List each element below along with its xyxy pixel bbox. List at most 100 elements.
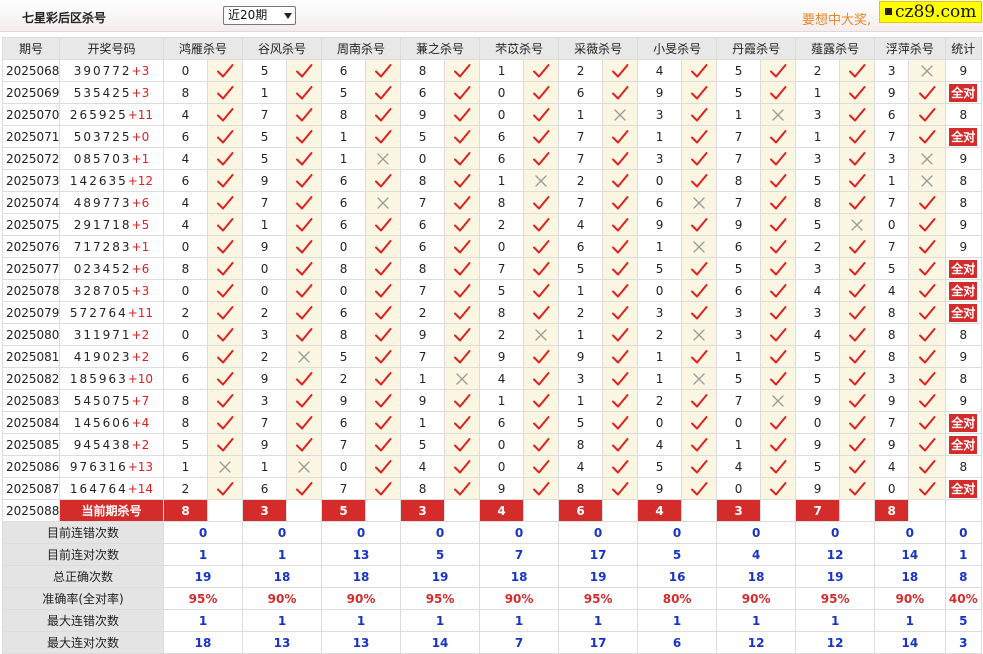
kill-number: 1 [479, 389, 525, 412]
header-expert-6: 采薇杀号 [558, 37, 639, 60]
stats-value: 5 [400, 543, 481, 566]
draw-plus: +7 [131, 393, 150, 408]
kill-number: 3 [558, 367, 604, 390]
cross-icon [525, 174, 558, 188]
kill-result [523, 103, 560, 126]
stats-label: 总正确次数 [2, 565, 164, 588]
kill-result [760, 477, 797, 500]
correct-count: 8 [959, 371, 968, 386]
kill-result [365, 213, 402, 236]
correct-count: 9 [959, 217, 968, 232]
kill-result [206, 213, 244, 236]
kill-number: 9 [400, 323, 446, 346]
correct-count: 8 [959, 459, 968, 474]
kill-result [286, 367, 323, 390]
stats-value: 13 [321, 543, 402, 566]
kill-number: 9 [874, 389, 910, 412]
stats-value: 0 [400, 521, 481, 544]
draw-numbers: 489773 [73, 195, 132, 210]
kill-result [206, 125, 244, 148]
kill-number: 2 [558, 169, 604, 192]
check-icon [762, 305, 795, 321]
kill-result [365, 433, 402, 456]
stats-row: 总正确次数 19 18 18 19 18 19 16 18 19 18 8 [2, 565, 983, 588]
kill-result [523, 81, 560, 104]
kill-result [206, 59, 244, 82]
kill-result [365, 59, 402, 82]
kill-number: 6 [400, 213, 446, 236]
stats-value: 12 [795, 543, 876, 566]
stats-label: 最大连对次数 [2, 631, 164, 654]
kill-number: 1 [795, 81, 841, 104]
draw-plus: +11 [127, 305, 154, 320]
kill-result [760, 103, 797, 126]
kill-number: 2 [321, 367, 367, 390]
check-icon [762, 63, 795, 79]
check-icon [604, 151, 637, 167]
kill-result [681, 323, 718, 346]
check-icon [683, 129, 716, 145]
kill-number: 4 [795, 323, 841, 346]
kill-result [444, 59, 481, 82]
check-icon [910, 85, 944, 101]
kill-result [206, 279, 244, 302]
check-icon [288, 283, 321, 299]
stat-cell: 全对 [944, 301, 983, 324]
kill-result [602, 433, 639, 456]
stat-cell: 8 [944, 103, 983, 126]
stats-value: 0 [162, 521, 244, 544]
kill-result [206, 191, 244, 214]
kill-result [365, 455, 402, 478]
kill-number: 7 [400, 345, 446, 368]
check-icon [841, 283, 874, 299]
period-select[interactable]: 近20期 [223, 6, 296, 25]
draw-plus: +14 [127, 481, 154, 496]
kill-result [681, 103, 718, 126]
period-cell: 2025080 [2, 323, 60, 346]
stats-value: 0 [242, 521, 323, 544]
table-row: 2025082 185963+10 6 9 2 1 4 3 1 5 5 3 8 [2, 367, 983, 390]
check-icon [762, 371, 795, 387]
kill-result [839, 169, 876, 192]
check-icon [367, 283, 400, 299]
kill-number: 3 [795, 103, 841, 126]
all-correct-badge: 全对 [949, 83, 978, 102]
check-icon [209, 371, 242, 387]
kill-number: 0 [479, 235, 525, 258]
kill-number: 4 [163, 103, 208, 126]
check-icon [604, 393, 637, 409]
kill-result [602, 81, 639, 104]
kill-result [908, 103, 946, 126]
kill-result [444, 389, 481, 412]
promo-link[interactable]: 要想中大奖, [802, 9, 871, 28]
kill-result [839, 301, 876, 324]
kill-number: 8 [163, 389, 208, 412]
check-icon [525, 107, 558, 123]
check-icon [841, 415, 874, 431]
kill-result [760, 301, 797, 324]
draw-numbers: 945438 [73, 437, 132, 452]
draw-numbers-cell: 976316+13 [59, 455, 164, 478]
kill-result [365, 147, 402, 170]
draw-plus: +6 [131, 261, 150, 276]
stat-cell: 9 [944, 59, 983, 82]
stats-value: 7 [479, 631, 560, 654]
correct-count: 9 [959, 151, 968, 166]
draw-numbers: 085703 [73, 151, 132, 166]
brand-logo[interactable]: cz89.com [879, 1, 982, 23]
check-icon [604, 349, 637, 365]
kill-result [760, 257, 797, 280]
check-icon [367, 85, 400, 101]
check-icon [525, 459, 558, 475]
kill-result [523, 169, 560, 192]
cross-icon [367, 196, 400, 210]
check-icon [209, 107, 242, 123]
kill-result [760, 147, 797, 170]
draw-numbers-cell: 142635+12 [59, 169, 164, 192]
correct-count: 8 [959, 195, 968, 210]
check-icon [209, 129, 242, 145]
stats-value: 19 [162, 565, 244, 588]
stats-value: 14 [400, 631, 481, 654]
check-icon [367, 239, 400, 255]
check-icon [683, 107, 716, 123]
